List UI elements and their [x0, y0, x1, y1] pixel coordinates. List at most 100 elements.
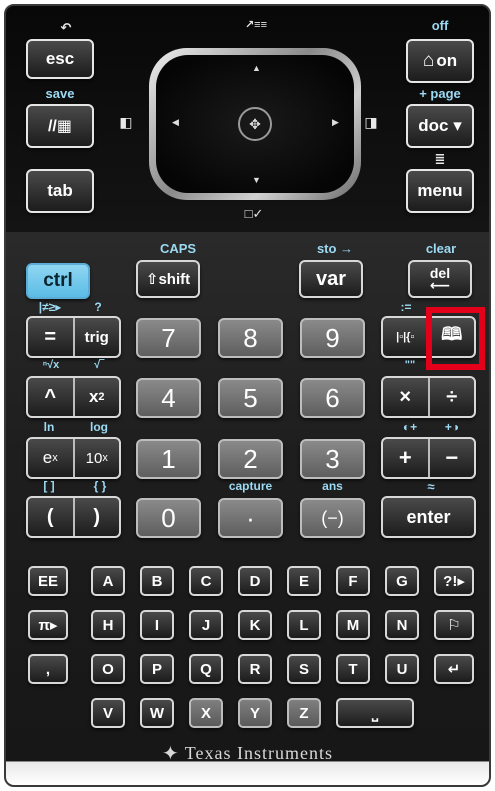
negative-button[interactable]: (−) — [300, 498, 365, 538]
decimal-point-button[interactable]: · — [218, 498, 283, 538]
add-button[interactable]: + — [383, 439, 428, 477]
neq-label: |≠≥▸ — [38, 300, 62, 314]
alpha-key-2-5[interactable]: S — [287, 654, 321, 684]
alpha-key-1-4[interactable]: K — [238, 610, 272, 640]
del-button[interactable]: del ⟵ — [408, 260, 472, 298]
e-power-button[interactable]: ex — [28, 439, 73, 477]
alpha-key-2-3[interactable]: Q — [189, 654, 223, 684]
alpha-key-2-4[interactable]: R — [238, 654, 272, 684]
tab-button[interactable]: tab — [26, 169, 94, 213]
quote-label: "" — [404, 359, 416, 371]
clear-label: clear — [425, 241, 457, 256]
caret-button[interactable]: ^ — [28, 378, 73, 416]
alpha-key-1-1[interactable]: H — [91, 610, 125, 640]
ten-power-exponent: x — [102, 452, 108, 464]
shift-button[interactable]: ⇧shift — [136, 260, 200, 298]
alpha-key-0-6[interactable]: F — [336, 566, 370, 596]
eq-button[interactable]: = — [28, 318, 73, 356]
alpha-key-1-2[interactable]: I — [140, 610, 174, 640]
key-0[interactable]: 0 — [136, 498, 201, 538]
mul-div-key: × ÷ — [381, 376, 476, 418]
sqrt-label: √‾ — [94, 359, 104, 371]
right-side-icon: ◨ — [364, 114, 378, 130]
var-button[interactable]: var — [299, 260, 363, 298]
catalog-book-icon[interactable]: 🕮 — [427, 318, 475, 356]
menu-button[interactable]: menu — [406, 169, 474, 213]
alpha-key-3-4[interactable]: Z — [287, 698, 321, 728]
touchpad-down-arrow-icon: ▼ — [252, 175, 261, 185]
alpha-key-2-8[interactable]: ↵ — [434, 654, 474, 684]
key-1[interactable]: 1 — [136, 439, 201, 479]
key-9[interactable]: 9 — [300, 318, 365, 358]
alpha-key-0-4[interactable]: D — [238, 566, 272, 596]
x-squared-base: x — [88, 387, 99, 406]
key-6[interactable]: 6 — [300, 378, 365, 418]
alpha-key-1-8[interactable]: ⚐ — [434, 610, 474, 640]
contrast-up-icon: +◑ — [444, 420, 460, 434]
ctrl-button[interactable]: ctrl — [26, 263, 90, 299]
alpha-key-2-1[interactable]: O — [91, 654, 125, 684]
brackets-label: [ ] — [43, 479, 55, 493]
doc-button[interactable]: doc ▾ — [406, 104, 474, 148]
touchpad-click-icon[interactable]: ✥ — [238, 107, 272, 141]
templates-catalog-key: |▫|{▫ 🕮 — [381, 316, 476, 358]
alpha-key-0-3[interactable]: C — [189, 566, 223, 596]
assign-label: := — [400, 300, 412, 314]
alpha-key-0-0[interactable]: EE — [28, 566, 68, 596]
divide-button[interactable]: ÷ — [427, 378, 475, 416]
enter-button[interactable]: enter — [381, 496, 476, 538]
undo-label: ↶ — [60, 20, 72, 35]
alpha-key-0-8[interactable]: ?!▸ — [434, 566, 474, 596]
alpha-key-2-6[interactable]: T — [336, 654, 370, 684]
key-3[interactable]: 3 — [300, 439, 365, 479]
left-side-icon: ◧ — [119, 114, 133, 130]
key-7[interactable]: 7 — [136, 318, 201, 358]
braces-label: { } — [93, 479, 107, 493]
alpha-key-3-1[interactable]: W — [140, 698, 174, 728]
multiply-button[interactable]: × — [383, 378, 428, 416]
alpha-key-1-7[interactable]: N — [385, 610, 419, 640]
backspace-arrow-icon: ⟵ — [429, 277, 451, 293]
esc-button[interactable]: esc — [26, 39, 94, 79]
alpha-key-1-6[interactable]: M — [336, 610, 370, 640]
trig-button[interactable]: trig — [72, 318, 120, 356]
alpha-key-0-5[interactable]: E — [287, 566, 321, 596]
right-paren-button[interactable]: ) — [72, 498, 120, 536]
off-label: off — [431, 18, 449, 33]
alpha-key-3-3[interactable]: Y — [238, 698, 272, 728]
touchpad-top-label: ↗≡≡ — [244, 19, 268, 31]
key-8[interactable]: 8 — [218, 318, 283, 358]
x-squared-button[interactable]: x2 — [72, 378, 120, 416]
alpha-key-3-2[interactable]: X — [189, 698, 223, 728]
ln-label: ln — [43, 420, 55, 434]
alpha-key-3-5[interactable]: ⎵ — [336, 698, 414, 728]
alpha-key-1-5[interactable]: L — [287, 610, 321, 640]
templates-icon[interactable]: |▫|{▫ — [383, 318, 428, 356]
caps-label: CAPS — [159, 241, 197, 256]
alpha-key-0-7[interactable]: G — [385, 566, 419, 596]
help-label: ? — [94, 300, 102, 314]
ten-power-button[interactable]: 10 x — [72, 439, 120, 477]
left-paren-button[interactable]: ( — [28, 498, 73, 536]
alpha-key-0-2[interactable]: B — [140, 566, 174, 596]
alpha-key-0-1[interactable]: A — [91, 566, 125, 596]
alpha-key-2-2[interactable]: P — [140, 654, 174, 684]
alpha-key-2-0[interactable]: , — [28, 654, 68, 684]
touchpad[interactable]: ▲ ▼ ◀ ▶ ✥ — [156, 55, 354, 193]
on-button[interactable]: ⌂ on — [406, 39, 474, 83]
sto-label: sto → — [316, 241, 354, 256]
scratchpad-icon[interactable]: //▦ — [26, 104, 94, 148]
ans-label: ans — [322, 479, 343, 493]
alpha-key-2-7[interactable]: U — [385, 654, 419, 684]
alpha-key-3-0[interactable]: V — [91, 698, 125, 728]
subtract-button[interactable]: − — [427, 439, 475, 477]
alpha-key-1-3[interactable]: J — [189, 610, 223, 640]
alpha-key-1-0[interactable]: π▸ — [28, 610, 68, 640]
key-2[interactable]: 2 — [218, 439, 283, 479]
eq-trig-key: = trig — [26, 316, 121, 358]
key-4[interactable]: 4 — [136, 378, 201, 418]
power-square-key: ^ x2 — [26, 376, 121, 418]
key-5[interactable]: 5 — [218, 378, 283, 418]
bottom-strip — [6, 761, 489, 785]
log-label: log — [90, 420, 108, 434]
